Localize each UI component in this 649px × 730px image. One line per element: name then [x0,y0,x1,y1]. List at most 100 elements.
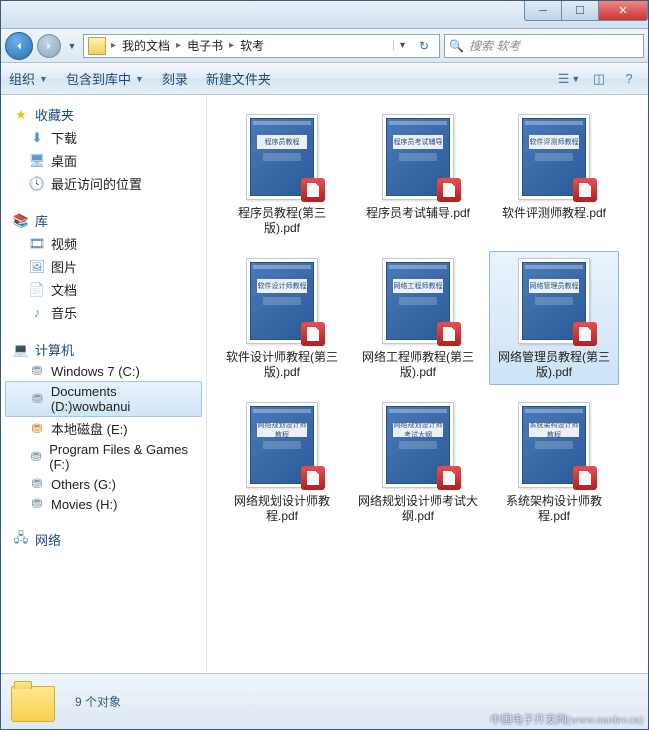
toolbar: 组织▼ 包含到库中▼ 刻录 新建文件夹 ☰▼ ◫ ? [1,63,648,95]
pdf-icon [573,322,597,346]
organize-menu[interactable]: 组织▼ [9,69,48,88]
arrow-left-icon [12,39,26,53]
maximize-button[interactable]: ☐ [561,1,599,21]
drive-icon: ⛃ [29,421,45,437]
pdf-icon [301,322,325,346]
file-thumbnail: 网络工程师教程 [373,256,463,346]
file-item[interactable]: 软件评测师教程软件评测师教程.pdf [489,107,619,241]
sidebar-item-pictures[interactable]: 🖼图片 [1,255,206,278]
sidebar-item-drive-e[interactable]: ⛃本地磁盘 (E:) [1,417,206,440]
drive-icon: ⛃ [29,449,43,465]
file-item[interactable]: 软件设计师教程软件设计师教程(第三版).pdf [217,251,347,385]
document-icon: 📄 [29,282,45,298]
picture-icon: 🖼 [29,259,45,275]
library-icon: 📚 [13,213,29,229]
sidebar-item-desktop[interactable]: 🖥桌面 [1,149,206,172]
address-dropdown[interactable]: ▾ [393,40,411,51]
download-icon: ⬇ [29,130,45,146]
file-name: 软件设计师教程(第三版).pdf [222,350,342,380]
pdf-icon [437,322,461,346]
titlebar: ─ ☐ ✕ [1,1,648,29]
file-item[interactable]: 网络工程师教程网络工程师教程(第三版).pdf [353,251,483,385]
sidebar-item-documents[interactable]: 📄文档 [1,278,206,301]
star-icon: ★ [13,107,29,123]
file-thumbnail: 程序员教程 [237,112,327,202]
computer-header[interactable]: 💻 计算机 [1,338,206,361]
explorer-window: ─ ☐ ✕ ▼ ▸ 我的文档 ▸ 电子书 ▸ 软考 ▾ ↻ 🔍 搜索 软考 组 [0,0,649,730]
sidebar-item-drive-g[interactable]: ⛃Others (G:) [1,474,206,494]
recent-icon: 🕓 [29,176,45,192]
sidebar-item-drive-h[interactable]: ⛃Movies (H:) [1,494,206,514]
refresh-button[interactable]: ↻ [413,39,435,53]
file-item[interactable]: 系统架构设计师教程系统架构设计师教程.pdf [489,395,619,529]
sidebar-item-downloads[interactable]: ⬇下载 [1,126,206,149]
address-bar[interactable]: ▸ 我的文档 ▸ 电子书 ▸ 软考 ▾ ↻ [83,34,440,58]
drive-icon: ⛃ [30,391,45,407]
breadcrumb-separator: ▸ [108,40,119,51]
favorites-header[interactable]: ★ 收藏夹 [1,103,206,126]
file-thumbnail: 网络规划设计师教程 [237,400,327,490]
sidebar-item-videos[interactable]: 🎞视频 [1,232,206,255]
file-item[interactable]: 程序员教程程序员教程(第三版).pdf [217,107,347,241]
network-icon: 🖧 [13,532,29,548]
pdf-icon [301,466,325,490]
file-item[interactable]: 网络规划设计师考试大纲网络规划设计师考试大纲.pdf [353,395,483,529]
help-button[interactable]: ? [618,68,640,90]
forward-button[interactable] [37,34,61,58]
file-item[interactable]: 网络规划设计师教程网络规划设计师教程.pdf [217,395,347,529]
file-list: 程序员教程程序员教程(第三版).pdf程序员考试辅导程序员考试辅导.pdf软件评… [207,95,648,673]
network-header[interactable]: 🖧 网络 [1,528,206,551]
file-thumbnail: 程序员考试辅导 [373,112,463,202]
file-thumbnail: 网络规划设计师考试大纲 [373,400,463,490]
sidebar-item-drive-f[interactable]: ⛃Program Files & Games (F:) [1,440,206,474]
file-name: 软件评测师教程.pdf [502,206,606,221]
navigation-bar: ▼ ▸ 我的文档 ▸ 电子书 ▸ 软考 ▾ ↻ 🔍 搜索 软考 [1,29,648,63]
computer-icon: 💻 [13,342,29,358]
back-button[interactable] [5,32,33,60]
file-name: 程序员教程(第三版).pdf [222,206,342,236]
navigation-pane: ★ 收藏夹 ⬇下载 🖥桌面 🕓最近访问的位置 📚 库 🎞视频 🖼图片 📄文档 ♪… [1,95,207,673]
breadcrumb-segment[interactable]: 电子书 [186,37,224,54]
file-item[interactable]: 网络管理员教程网络管理员教程(第三版).pdf [489,251,619,385]
preview-pane-button[interactable]: ◫ [588,68,610,90]
new-folder-button[interactable]: 新建文件夹 [206,69,271,88]
drive-icon: ⛃ [29,476,45,492]
breadcrumb-segment[interactable]: 我的文档 [121,37,171,54]
burn-button[interactable]: 刻录 [162,69,188,88]
pdf-icon [437,178,461,202]
sidebar-item-recent[interactable]: 🕓最近访问的位置 [1,172,206,195]
file-thumbnail: 网络管理员教程 [509,256,599,346]
folder-icon [88,37,106,55]
close-button[interactable]: ✕ [598,1,648,21]
history-dropdown[interactable]: ▼ [65,41,79,51]
search-placeholder: 搜索 软考 [469,37,520,54]
breadcrumb-segment[interactable]: 软考 [239,37,265,54]
pdf-icon [573,178,597,202]
libraries-header[interactable]: 📚 库 [1,209,206,232]
breadcrumb-separator: ▸ [173,40,184,51]
minimize-button[interactable]: ─ [524,1,562,21]
watermark: 中国电子开发网(www.ourdev.cn) [490,711,643,727]
include-in-library-menu[interactable]: 包含到库中▼ [66,69,144,88]
file-thumbnail: 软件设计师教程 [237,256,327,346]
status-count: 9 个对象 [75,693,121,710]
sidebar-item-drive-c[interactable]: ⛃Windows 7 (C:) [1,361,206,381]
file-thumbnail: 软件评测师教程 [509,112,599,202]
body: ★ 收藏夹 ⬇下载 🖥桌面 🕓最近访问的位置 📚 库 🎞视频 🖼图片 📄文档 ♪… [1,95,648,673]
pdf-icon [573,466,597,490]
sidebar-item-drive-d[interactable]: ⛃Documents (D:)wowbanui [5,381,202,417]
pdf-icon [437,466,461,490]
folder-large-icon [11,680,59,724]
search-input[interactable]: 🔍 搜索 软考 [444,34,644,58]
file-name: 网络规划设计师教程.pdf [222,494,342,524]
file-name: 网络工程师教程(第三版).pdf [358,350,478,380]
view-options-button[interactable]: ☰▼ [558,68,580,90]
search-icon: 🔍 [449,39,465,53]
pdf-icon [301,178,325,202]
file-name: 系统架构设计师教程.pdf [494,494,614,524]
file-name: 网络管理员教程(第三版).pdf [494,350,614,380]
desktop-icon: 🖥 [29,153,45,169]
sidebar-item-music[interactable]: ♪音乐 [1,301,206,324]
file-name: 网络规划设计师考试大纲.pdf [358,494,478,524]
file-item[interactable]: 程序员考试辅导程序员考试辅导.pdf [353,107,483,241]
